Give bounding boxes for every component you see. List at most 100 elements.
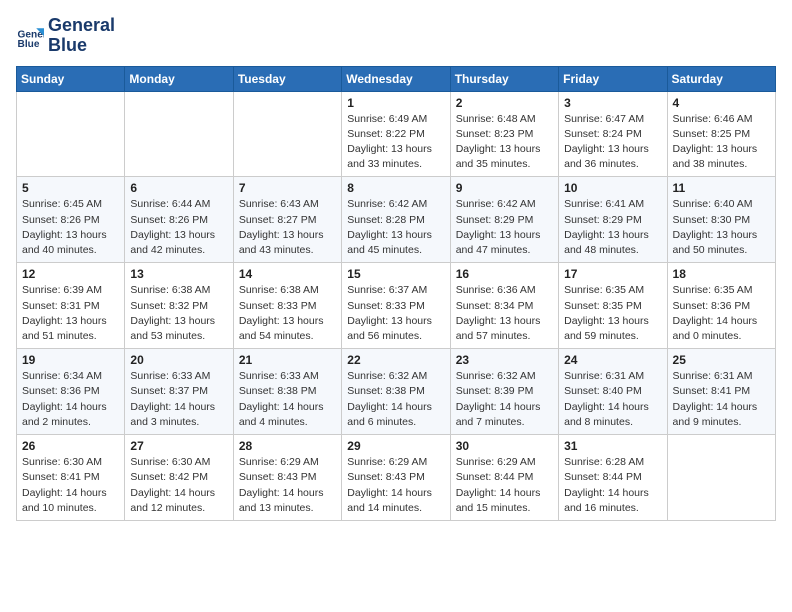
calendar-cell: 4 Sunrise: 6:46 AM Sunset: 8:25 PM Daylig… bbox=[667, 91, 775, 177]
day-number: 29 bbox=[347, 439, 444, 453]
day-number: 14 bbox=[239, 267, 336, 281]
day-info: Sunrise: 6:39 AM Sunset: 8:31 PM Dayligh… bbox=[22, 283, 119, 344]
calendar-cell: 28Sunrise: 6:29 AM Sunset: 8:43 PM Dayli… bbox=[233, 435, 341, 521]
day-info: Sunrise: 6:42 AM Sunset: 8:28 PM Dayligh… bbox=[347, 197, 444, 258]
calendar-cell: 10 Sunrise: 6:41 AM Sunset: 8:29 PM Dayli… bbox=[559, 177, 667, 263]
day-info: Sunrise: 6:44 AM Sunset: 8:26 PM Dayligh… bbox=[130, 197, 227, 258]
calendar-cell: 19Sunrise: 6:34 AM Sunset: 8:36 PM Dayli… bbox=[17, 349, 125, 435]
day-number: 6 bbox=[130, 181, 227, 195]
calendar-week-row: 26 Sunrise: 6:30 AM Sunset: 8:41 PM Dayli… bbox=[17, 435, 776, 521]
calendar-cell: 17 Sunrise: 6:35 AM Sunset: 8:35 PM Dayli… bbox=[559, 263, 667, 349]
day-info: Sunrise: 6:37 AM Sunset: 8:33 PM Dayligh… bbox=[347, 283, 444, 344]
day-number: 1 bbox=[347, 96, 444, 110]
logo: General Blue General Blue bbox=[16, 16, 115, 56]
calendar-day-header: Monday bbox=[125, 66, 233, 91]
calendar-cell: 7 Sunrise: 6:43 AM Sunset: 8:27 PM Daylig… bbox=[233, 177, 341, 263]
day-number: 26 bbox=[22, 439, 119, 453]
calendar-table: SundayMondayTuesdayWednesdayThursdayFrid… bbox=[16, 66, 776, 521]
svg-text:Blue: Blue bbox=[18, 39, 40, 50]
day-info: Sunrise: 6:32 AM Sunset: 8:39 PM Dayligh… bbox=[456, 369, 553, 430]
calendar-cell: 26 Sunrise: 6:30 AM Sunset: 8:41 PM Dayli… bbox=[17, 435, 125, 521]
calendar-cell: 16 Sunrise: 6:36 AM Sunset: 8:34 PM Dayli… bbox=[450, 263, 558, 349]
calendar-cell: 14 Sunrise: 6:38 AM Sunset: 8:33 PM Dayli… bbox=[233, 263, 341, 349]
calendar-cell: 11Sunrise: 6:40 AM Sunset: 8:30 PM Dayli… bbox=[667, 177, 775, 263]
day-number: 23 bbox=[456, 353, 553, 367]
day-number: 7 bbox=[239, 181, 336, 195]
day-number: 10 bbox=[564, 181, 661, 195]
day-info: Sunrise: 6:29 AM Sunset: 8:44 PM Dayligh… bbox=[456, 455, 553, 516]
day-number: 31 bbox=[564, 439, 661, 453]
calendar-week-row: 19Sunrise: 6:34 AM Sunset: 8:36 PM Dayli… bbox=[17, 349, 776, 435]
day-number: 30 bbox=[456, 439, 553, 453]
day-number: 18 bbox=[673, 267, 770, 281]
calendar-cell bbox=[125, 91, 233, 177]
day-number: 17 bbox=[564, 267, 661, 281]
day-info: Sunrise: 6:28 AM Sunset: 8:44 PM Dayligh… bbox=[564, 455, 661, 516]
day-number: 21 bbox=[239, 353, 336, 367]
calendar-day-header: Friday bbox=[559, 66, 667, 91]
calendar-cell: 2 Sunrise: 6:48 AM Sunset: 8:23 PM Daylig… bbox=[450, 91, 558, 177]
day-info: Sunrise: 6:41 AM Sunset: 8:29 PM Dayligh… bbox=[564, 197, 661, 258]
day-number: 20 bbox=[130, 353, 227, 367]
day-info: Sunrise: 6:38 AM Sunset: 8:33 PM Dayligh… bbox=[239, 283, 336, 344]
page-header: General Blue General Blue bbox=[16, 16, 776, 56]
calendar-cell: 9Sunrise: 6:42 AM Sunset: 8:29 PM Daylig… bbox=[450, 177, 558, 263]
calendar-header-row: SundayMondayTuesdayWednesdayThursdayFrid… bbox=[17, 66, 776, 91]
day-number: 25 bbox=[673, 353, 770, 367]
day-info: Sunrise: 6:29 AM Sunset: 8:43 PM Dayligh… bbox=[347, 455, 444, 516]
day-info: Sunrise: 6:30 AM Sunset: 8:41 PM Dayligh… bbox=[22, 455, 119, 516]
day-info: Sunrise: 6:40 AM Sunset: 8:30 PM Dayligh… bbox=[673, 197, 770, 258]
day-info: Sunrise: 6:35 AM Sunset: 8:35 PM Dayligh… bbox=[564, 283, 661, 344]
calendar-cell: 12 Sunrise: 6:39 AM Sunset: 8:31 PM Dayli… bbox=[17, 263, 125, 349]
day-number: 5 bbox=[22, 181, 119, 195]
day-info: Sunrise: 6:35 AM Sunset: 8:36 PM Dayligh… bbox=[673, 283, 770, 344]
calendar-day-header: Tuesday bbox=[233, 66, 341, 91]
day-info: Sunrise: 6:43 AM Sunset: 8:27 PM Dayligh… bbox=[239, 197, 336, 258]
calendar-day-header: Saturday bbox=[667, 66, 775, 91]
calendar-day-header: Sunday bbox=[17, 66, 125, 91]
calendar-cell: 29 Sunrise: 6:29 AM Sunset: 8:43 PM Dayli… bbox=[342, 435, 450, 521]
day-number: 9 bbox=[456, 181, 553, 195]
day-info: Sunrise: 6:32 AM Sunset: 8:38 PM Dayligh… bbox=[347, 369, 444, 430]
day-info: Sunrise: 6:31 AM Sunset: 8:41 PM Dayligh… bbox=[673, 369, 770, 430]
day-info: Sunrise: 6:38 AM Sunset: 8:32 PM Dayligh… bbox=[130, 283, 227, 344]
calendar-week-row: 12 Sunrise: 6:39 AM Sunset: 8:31 PM Dayli… bbox=[17, 263, 776, 349]
day-number: 16 bbox=[456, 267, 553, 281]
calendar-cell: 13 Sunrise: 6:38 AM Sunset: 8:32 PM Dayli… bbox=[125, 263, 233, 349]
calendar-cell: 1 Sunrise: 6:49 AM Sunset: 8:22 PM Daylig… bbox=[342, 91, 450, 177]
logo-text: General Blue bbox=[48, 16, 115, 56]
day-info: Sunrise: 6:47 AM Sunset: 8:24 PM Dayligh… bbox=[564, 112, 661, 173]
calendar-cell: 22Sunrise: 6:32 AM Sunset: 8:38 PM Dayli… bbox=[342, 349, 450, 435]
calendar-cell: 25 Sunrise: 6:31 AM Sunset: 8:41 PM Dayli… bbox=[667, 349, 775, 435]
calendar-cell: 18 Sunrise: 6:35 AM Sunset: 8:36 PM Dayli… bbox=[667, 263, 775, 349]
day-info: Sunrise: 6:49 AM Sunset: 8:22 PM Dayligh… bbox=[347, 112, 444, 173]
day-number: 15 bbox=[347, 267, 444, 281]
day-info: Sunrise: 6:30 AM Sunset: 8:42 PM Dayligh… bbox=[130, 455, 227, 516]
calendar-cell: 24Sunrise: 6:31 AM Sunset: 8:40 PM Dayli… bbox=[559, 349, 667, 435]
calendar-week-row: 1 Sunrise: 6:49 AM Sunset: 8:22 PM Daylig… bbox=[17, 91, 776, 177]
day-number: 27 bbox=[130, 439, 227, 453]
calendar-cell bbox=[233, 91, 341, 177]
day-info: Sunrise: 6:48 AM Sunset: 8:23 PM Dayligh… bbox=[456, 112, 553, 173]
day-info: Sunrise: 6:45 AM Sunset: 8:26 PM Dayligh… bbox=[22, 197, 119, 258]
calendar-cell: 21Sunrise: 6:33 AM Sunset: 8:38 PM Dayli… bbox=[233, 349, 341, 435]
calendar-cell bbox=[667, 435, 775, 521]
calendar-cell bbox=[17, 91, 125, 177]
day-number: 12 bbox=[22, 267, 119, 281]
day-number: 4 bbox=[673, 96, 770, 110]
calendar-cell: 3 Sunrise: 6:47 AM Sunset: 8:24 PM Daylig… bbox=[559, 91, 667, 177]
day-info: Sunrise: 6:36 AM Sunset: 8:34 PM Dayligh… bbox=[456, 283, 553, 344]
day-number: 13 bbox=[130, 267, 227, 281]
day-number: 28 bbox=[239, 439, 336, 453]
calendar-cell: 20Sunrise: 6:33 AM Sunset: 8:37 PM Dayli… bbox=[125, 349, 233, 435]
logo-icon: General Blue bbox=[16, 22, 44, 50]
calendar-day-header: Thursday bbox=[450, 66, 558, 91]
calendar-cell: 15 Sunrise: 6:37 AM Sunset: 8:33 PM Dayli… bbox=[342, 263, 450, 349]
day-number: 3 bbox=[564, 96, 661, 110]
day-info: Sunrise: 6:46 AM Sunset: 8:25 PM Dayligh… bbox=[673, 112, 770, 173]
day-number: 2 bbox=[456, 96, 553, 110]
day-number: 8 bbox=[347, 181, 444, 195]
calendar-cell: 31 Sunrise: 6:28 AM Sunset: 8:44 PM Dayli… bbox=[559, 435, 667, 521]
day-number: 24 bbox=[564, 353, 661, 367]
calendar-cell: 5 Sunrise: 6:45 AM Sunset: 8:26 PM Daylig… bbox=[17, 177, 125, 263]
